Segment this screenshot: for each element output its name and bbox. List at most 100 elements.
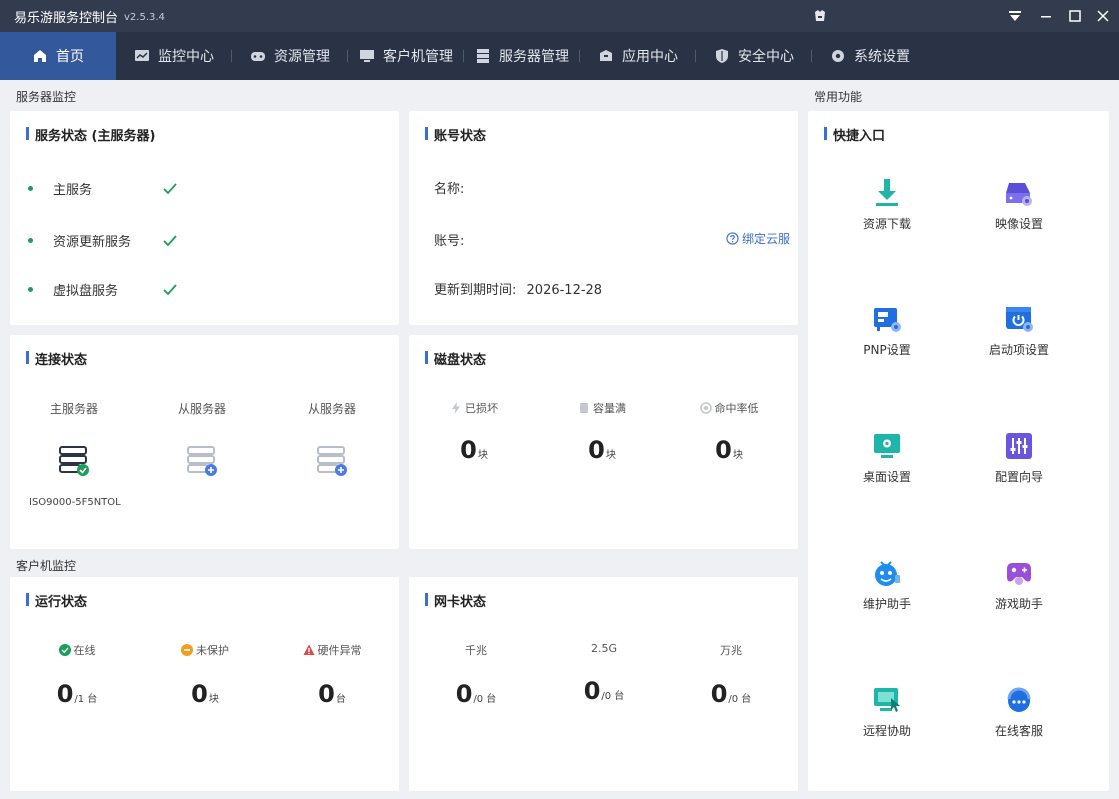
run-status-card: 运行状态 在线 0/1 台 未保护 0块 硬件异常 0台: [10, 577, 399, 791]
service-name: 资源更新服务: [53, 235, 132, 250]
minimize-icon[interactable]: [1036, 6, 1056, 26]
nav-monitor-center[interactable]: 监控中心: [116, 32, 232, 80]
nav-system-settings[interactable]: 系统设置: [812, 32, 928, 80]
alert-triangle-icon: [303, 644, 315, 656]
online-text: 在线: [73, 644, 96, 657]
quick-desktop-settings[interactable]: 桌面设置: [842, 430, 932, 485]
nav-home[interactable]: 首页: [0, 32, 116, 80]
gamepad-icon: [250, 48, 266, 64]
quick-label: 维护助手: [862, 597, 911, 611]
nav-monitor-center-label: 监控中心: [158, 49, 214, 65]
quick-image-settings[interactable]: 映像设置: [974, 177, 1064, 232]
check-icon: [163, 283, 177, 297]
app-version: v2.5.3.4: [124, 11, 165, 23]
quick-entry-title: 快捷入口: [824, 125, 885, 144]
title-bar: 易乐游服务控制台 v2.5.3.4: [0, 0, 1119, 32]
nav-client-management[interactable]: 客户机管理: [348, 32, 464, 80]
quick-entry-card: 快捷入口 资源下载 映像设置 PNP设置 启动项设置 桌面设置 配置向导 维护助…: [808, 111, 1109, 791]
expiry-line: 更新到期时间: 2026-12-28: [434, 279, 602, 298]
hardware-error-text: 硬件异常: [317, 644, 362, 657]
quick-label: 映像设置: [994, 217, 1043, 231]
count-unit: 台: [335, 694, 346, 705]
app-title: 易乐游服务控制台: [14, 10, 119, 26]
nic-2-5g-label: 2.5G: [590, 642, 618, 655]
count-value: 0: [460, 436, 477, 464]
nic-gigabit-label: 千兆: [465, 644, 487, 657]
home-icon: [32, 48, 48, 64]
disk-status-title: 磁盘状态: [425, 349, 486, 368]
disk-damaged-col: 已损坏 0块: [429, 400, 519, 464]
account-status-title: 账号状态: [425, 125, 486, 144]
account-number-label: 账号:: [434, 234, 465, 249]
skin-icon[interactable]: [812, 8, 828, 24]
nav-security-center[interactable]: 安全中心: [696, 32, 812, 80]
section-client-monitor: 客户机监控: [16, 559, 77, 573]
quick-label: 远程协助: [862, 724, 911, 738]
unprotected-label: 未保护: [160, 642, 250, 658]
status-dot: [28, 186, 33, 191]
maintenance-assistant-icon: [871, 557, 903, 589]
account-status-card: 账号状态 名称: 账号: 更新到期时间: 2026-12-28 绑定云服: [409, 111, 798, 325]
nav-server-management-label: 服务器管理: [499, 49, 569, 65]
bind-cloud-link[interactable]: 绑定云服: [726, 230, 790, 247]
count-unit: 块: [208, 694, 219, 705]
server-label: 从服务器: [177, 402, 226, 416]
quick-pnp-settings[interactable]: PNP设置: [842, 303, 932, 358]
nic-10g-label: 万兆: [720, 644, 742, 657]
nav-home-label: 首页: [56, 49, 84, 65]
quick-label: 启动项设置: [988, 343, 1049, 357]
quick-game-assistant[interactable]: 游戏助手: [974, 557, 1064, 612]
download-icon: [871, 177, 903, 209]
nav-resource-management[interactable]: 资源管理: [232, 32, 348, 80]
service-status-title: 服务状态 (主服务器): [26, 125, 155, 144]
unprotected-count: 0块: [160, 680, 250, 708]
server-connected-icon: [57, 443, 91, 477]
hardware-error-count: 0台: [287, 680, 377, 708]
nav-security-center-label: 安全中心: [738, 49, 794, 65]
bind-cloud-label: 绑定云服: [741, 232, 790, 246]
nic-status-title: 网卡状态: [425, 591, 486, 610]
add-server-icon[interactable]: [185, 443, 219, 477]
quick-label: 资源下载: [862, 217, 911, 231]
nav-server-management[interactable]: 服务器管理: [464, 32, 580, 80]
quick-config-wizard[interactable]: 配置向导: [974, 430, 1064, 485]
shield-icon: [714, 48, 730, 64]
nav-app-center[interactable]: 应用中心: [580, 32, 696, 80]
nic-2-5g-count: 0/0 台: [559, 677, 649, 705]
online-col: 在线 0/1 台: [32, 642, 122, 708]
unprotected-text: 未保护: [196, 644, 229, 657]
count-value: 0: [455, 680, 473, 708]
help-circle-icon: [726, 232, 739, 245]
nav-app-center-label: 应用中心: [622, 49, 678, 65]
online-check-icon: [58, 644, 71, 656]
quick-maintenance-assistant[interactable]: 维护助手: [842, 557, 932, 612]
disk-damaged-count: 0块: [429, 436, 519, 464]
quick-resource-download[interactable]: 资源下载: [842, 177, 932, 232]
disk-lowhit-label: 命中率低: [684, 400, 774, 416]
disk-image-settings-icon: [1003, 177, 1035, 209]
count-unit: /1 台: [74, 694, 98, 705]
hardware-error-label: 硬件异常: [287, 642, 377, 658]
count-unit: 块: [732, 450, 743, 461]
target-icon: [699, 402, 712, 414]
add-server-icon[interactable]: [315, 443, 349, 477]
dropdown-menu-icon[interactable]: [1005, 6, 1025, 26]
nic-gigabit-col: 千兆 0/0 台: [431, 642, 521, 708]
service-status-card: 服务状态 (主服务器) 主服务 资源更新服务 虚拟盘服务: [10, 111, 399, 325]
count-unit: 块: [477, 450, 488, 461]
server-icon: [475, 48, 491, 64]
close-icon[interactable]: [1093, 6, 1113, 26]
disk-lowhit-col: 命中率低 0块: [684, 400, 774, 464]
monitor-chart-icon: [134, 48, 150, 64]
maximize-icon[interactable]: [1065, 6, 1085, 26]
quick-online-support[interactable]: 在线客服: [974, 684, 1064, 739]
run-status-title: 运行状态: [26, 591, 87, 610]
server-label: 主服务器: [49, 402, 98, 416]
disk-full-label: 容量满: [557, 400, 647, 416]
nav-client-management-label: 客户机管理: [383, 49, 453, 65]
quick-remote-assist[interactable]: 远程协助: [842, 684, 932, 739]
disk-full-count: 0块: [557, 436, 647, 464]
quick-startup-settings[interactable]: 启动项设置: [974, 303, 1064, 358]
master-server-col: 主服务器: [34, 400, 114, 477]
disk-damaged-text: 已损坏: [465, 402, 498, 415]
